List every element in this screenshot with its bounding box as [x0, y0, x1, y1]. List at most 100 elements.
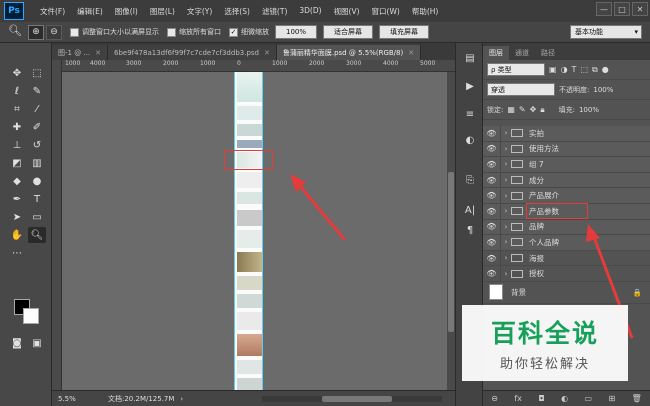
layer-row[interactable]: 👁︎ › 使用方法: [483, 141, 650, 158]
marquee-tool-icon[interactable]: ⬚: [28, 65, 46, 81]
zoom-readout[interactable]: 5.5%: [58, 395, 98, 403]
eye-icon[interactable]: 👁︎: [483, 235, 501, 250]
shape-filter-icon[interactable]: ⬚: [580, 65, 588, 74]
eye-icon[interactable]: 👁︎: [483, 266, 501, 281]
close-icon[interactable]: ✕: [264, 49, 270, 57]
chevron-right-icon[interactable]: ›: [501, 192, 511, 200]
lock-move-icon[interactable]: ✥: [530, 105, 537, 114]
dodge-tool-icon[interactable]: ●: [28, 173, 46, 189]
pen-tool-icon[interactable]: ✒: [8, 191, 26, 207]
screen-mode-icon[interactable]: ▣: [28, 335, 46, 351]
quick-mask-icon[interactable]: ◙: [8, 335, 26, 351]
zoom-in-icon[interactable]: ⊕: [28, 24, 44, 40]
scrubby-zoom-checkbox[interactable]: ✓: [229, 27, 238, 37]
eye-icon[interactable]: 👁︎: [483, 250, 501, 266]
chevron-right-icon[interactable]: ›: [501, 254, 511, 262]
eye-icon[interactable]: 👁︎: [483, 172, 501, 188]
close-icon[interactable]: ✕: [95, 49, 101, 57]
layer-row[interactable]: 👁︎ › 实拍: [483, 126, 650, 142]
fill-value[interactable]: 100%: [579, 106, 599, 114]
fx-icon[interactable]: fx: [514, 394, 522, 403]
tab-layers[interactable]: 图层: [483, 46, 509, 60]
new-group-icon[interactable]: ▭: [584, 394, 592, 403]
eraser-tool-icon[interactable]: ◩: [8, 155, 26, 171]
type-filter-icon[interactable]: T: [572, 65, 577, 74]
menu-image[interactable]: 图像(I): [109, 6, 144, 17]
chevron-right-icon[interactable]: ›: [501, 223, 511, 231]
chevron-right-icon[interactable]: ›: [501, 145, 511, 153]
workspace-select[interactable]: 基本功能 ▾: [570, 25, 642, 39]
adjustment-layer-icon[interactable]: ◐: [561, 394, 568, 403]
quick-select-tool-icon[interactable]: ✎: [28, 83, 46, 99]
actions-play-icon[interactable]: ▶: [463, 79, 477, 93]
horizontal-scrollbar[interactable]: [262, 396, 442, 402]
chevron-right-icon[interactable]: ›: [501, 176, 511, 184]
layer-row[interactable]: 👁︎ › 品牌: [483, 219, 650, 236]
layer-row[interactable]: 👁︎ › 授权: [483, 266, 650, 282]
vertical-scrollbar[interactable]: [447, 72, 455, 390]
tab-paths[interactable]: 路径: [535, 46, 561, 60]
eye-icon[interactable]: 👁︎: [483, 219, 501, 235]
paragraph-icon[interactable]: ¶: [463, 223, 477, 237]
trash-icon[interactable]: 🗑︎: [632, 394, 642, 403]
lasso-tool-icon[interactable]: ℓ: [8, 83, 26, 99]
hand-tool-icon[interactable]: ✋: [8, 227, 26, 243]
menu-3d[interactable]: 3D(D): [293, 6, 327, 17]
fit-screen-button[interactable]: 适合屏幕: [323, 25, 374, 39]
type-tool-icon[interactable]: T: [28, 191, 46, 207]
adjustments-icon[interactable]: ◐: [463, 133, 477, 147]
blend-mode-select[interactable]: 穿透: [487, 83, 555, 96]
menu-select[interactable]: 选择(S): [218, 6, 256, 17]
zoom-tool-icon[interactable]: 🔍︎: [4, 24, 26, 40]
history-icon[interactable]: ▤: [463, 51, 477, 65]
stamp-tool-icon[interactable]: ⊥: [8, 137, 26, 153]
layer-row[interactable]: 👁︎ › 海报: [483, 250, 650, 267]
background-color-swatch[interactable]: [23, 308, 39, 324]
zoom-out-icon[interactable]: ⊖: [46, 24, 62, 40]
close-button[interactable]: ✕: [632, 2, 648, 16]
eye-icon[interactable]: 👁︎: [483, 126, 501, 141]
healing-tool-icon[interactable]: ✚: [8, 119, 26, 135]
canvas-area[interactable]: [62, 72, 447, 390]
adjust-filter-icon[interactable]: ◑: [561, 65, 568, 74]
brush-tool-icon[interactable]: ✐: [28, 119, 46, 135]
smart-filter-icon[interactable]: ⧉: [592, 65, 598, 75]
chevron-right-icon[interactable]: ›: [501, 129, 511, 137]
blur-tool-icon[interactable]: ◆: [8, 173, 26, 189]
new-layer-icon[interactable]: ⊞: [608, 394, 615, 403]
tab-channels[interactable]: 通道: [509, 46, 535, 60]
mask-icon[interactable]: ◘: [538, 394, 544, 403]
lock-pixels-icon[interactable]: ▦: [507, 105, 515, 114]
gradient-tool-icon[interactable]: ▥: [28, 155, 46, 171]
eyedropper-tool-icon[interactable]: ⁄: [28, 101, 46, 117]
opacity-value[interactable]: 100%: [593, 86, 613, 94]
eye-icon[interactable]: 👁︎: [483, 203, 501, 219]
chevron-right-icon[interactable]: ›: [180, 395, 183, 403]
menu-layer[interactable]: 图层(L): [144, 6, 181, 17]
tab-doc-3[interactable]: 鲁蒲丽精华面膜.psd @ 5.5%(RGB/8) ✕: [276, 45, 422, 60]
menu-view[interactable]: 视图(V): [328, 6, 366, 17]
menu-edit[interactable]: 编辑(E): [71, 6, 109, 17]
layer-row[interactable]: 👁︎ › 组 7: [483, 157, 650, 173]
chevron-right-icon[interactable]: ›: [501, 207, 511, 215]
crop-tool-icon[interactable]: ⌗: [8, 101, 26, 117]
resize-windows-checkbox[interactable]: [70, 27, 79, 37]
eye-icon[interactable]: 👁︎: [483, 141, 501, 157]
layer-row[interactable]: 👁︎ › 个人品牌: [483, 235, 650, 251]
menu-window[interactable]: 窗口(W): [366, 6, 406, 17]
minimize-button[interactable]: —: [596, 2, 612, 16]
image-filter-icon[interactable]: ▣: [549, 65, 557, 74]
path-select-tool-icon[interactable]: ➤: [8, 209, 26, 225]
history-brush-tool-icon[interactable]: ↺: [28, 137, 46, 153]
layer-row[interactable]: 👁︎ › 成分: [483, 172, 650, 189]
zoom-all-checkbox[interactable]: [167, 27, 176, 37]
chevron-right-icon[interactable]: ›: [501, 270, 511, 278]
close-icon[interactable]: ✕: [408, 49, 414, 57]
zoom-100-button[interactable]: 100%: [275, 25, 318, 39]
document-canvas[interactable]: [234, 72, 263, 390]
filter-toggle-icon[interactable]: ●: [602, 65, 609, 74]
layer-kind-select[interactable]: ρ 类型: [487, 63, 545, 76]
clone-source-icon[interactable]: ⎘: [463, 173, 477, 187]
scroll-thumb[interactable]: [448, 172, 454, 332]
tab-doc-2[interactable]: 6be9f478a13df6f99f7c7cde7cf3ddb3.psd ✕: [107, 45, 277, 60]
